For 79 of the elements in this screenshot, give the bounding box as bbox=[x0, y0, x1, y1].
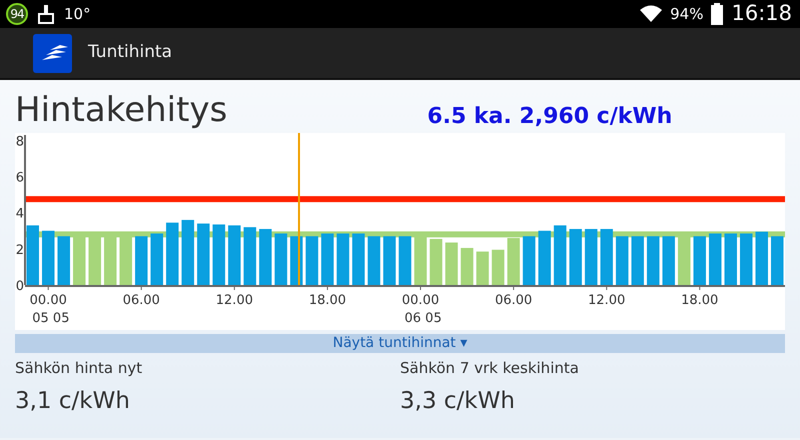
battery-icon bbox=[711, 3, 724, 25]
broom-icon bbox=[36, 4, 56, 24]
price-bar bbox=[554, 225, 566, 285]
wifi-icon bbox=[640, 5, 662, 23]
price-bar bbox=[569, 228, 582, 285]
price-bar bbox=[430, 238, 442, 285]
price-bar bbox=[197, 224, 210, 285]
price-bar bbox=[522, 236, 536, 285]
price-bar bbox=[631, 236, 644, 285]
price-bar bbox=[476, 252, 489, 285]
price-bar bbox=[274, 234, 288, 285]
price-bar bbox=[135, 236, 148, 285]
axis-label: 2 bbox=[16, 242, 24, 258]
price-bar bbox=[584, 228, 598, 285]
axis-label: 6 bbox=[16, 170, 24, 186]
axis-label: 18.00 bbox=[308, 293, 346, 308]
price-bar bbox=[398, 236, 412, 285]
price-bar bbox=[73, 236, 86, 285]
stat-label: Sähkön hinta nyt bbox=[15, 358, 144, 379]
date-label: 06 05 bbox=[404, 311, 442, 326]
price-bar bbox=[600, 228, 613, 285]
price-bar bbox=[708, 234, 722, 285]
temperature-text: 10° bbox=[64, 4, 91, 25]
price-bar bbox=[228, 225, 241, 285]
axis-label: 00.00 bbox=[30, 293, 67, 308]
price-bar bbox=[150, 234, 164, 285]
price-bar bbox=[740, 234, 752, 285]
price-bar bbox=[42, 230, 55, 285]
clock-text: 16:18 bbox=[731, 0, 792, 28]
price-bar bbox=[58, 236, 70, 285]
axis-label: 4 bbox=[16, 206, 24, 222]
show-hourly-prices-button[interactable]: Näytä tuntihinnat ▾ bbox=[15, 334, 785, 353]
price-bar bbox=[445, 242, 458, 285]
stat-value: 3,1 c/kWh bbox=[15, 386, 131, 416]
axis-label: 06.00 bbox=[494, 293, 532, 308]
price-bar bbox=[460, 248, 474, 285]
axis-label: 18.00 bbox=[681, 293, 718, 308]
price-bar bbox=[662, 236, 675, 285]
price-bar bbox=[678, 236, 690, 285]
price-bar bbox=[507, 238, 520, 285]
price-bar bbox=[368, 236, 380, 285]
app-title: Tuntihinta bbox=[88, 41, 172, 64]
notification-badge: 94 bbox=[6, 3, 28, 25]
price-bar bbox=[383, 236, 396, 285]
price-bar bbox=[212, 224, 226, 285]
axis-label: 06.00 bbox=[122, 293, 160, 308]
price-bar bbox=[724, 234, 737, 285]
price-bar bbox=[492, 250, 504, 285]
price-bar bbox=[352, 234, 365, 285]
price-bar bbox=[26, 225, 39, 285]
price-bar bbox=[414, 236, 427, 285]
price-bar bbox=[306, 236, 318, 285]
axis-label: 0 bbox=[16, 279, 24, 294]
axis-label: 8 bbox=[16, 134, 24, 150]
price-bar bbox=[755, 232, 768, 285]
price-bar bbox=[104, 236, 117, 285]
stat-value: 3,3 c/kWh bbox=[400, 386, 516, 416]
axis-label: 00.00 bbox=[402, 293, 440, 308]
stat-label: Sähkön 7 vrk keskihinta bbox=[400, 358, 580, 379]
battery-text: 94% bbox=[670, 4, 704, 25]
price-bar bbox=[538, 230, 551, 285]
price-bar bbox=[88, 236, 102, 285]
price-bar bbox=[120, 236, 132, 285]
price-bar bbox=[771, 236, 784, 285]
price-bar bbox=[321, 234, 334, 285]
price-bar bbox=[646, 236, 660, 285]
price-bar bbox=[182, 220, 194, 285]
price-bar bbox=[259, 228, 272, 285]
average-price-summary: 6.5 ka. 2,960 c/kWh bbox=[427, 103, 672, 131]
price-bar bbox=[693, 236, 706, 285]
price-bar bbox=[336, 234, 350, 285]
price-bar bbox=[244, 227, 256, 285]
price-bar bbox=[166, 222, 179, 285]
date-label: 05 05 bbox=[32, 311, 70, 326]
price-bar bbox=[616, 236, 628, 285]
app-logo bbox=[33, 34, 72, 72]
axis-label: 12.00 bbox=[216, 293, 253, 308]
page-heading: Hintakehitys bbox=[15, 92, 228, 130]
axis-label: 12.00 bbox=[588, 293, 626, 308]
